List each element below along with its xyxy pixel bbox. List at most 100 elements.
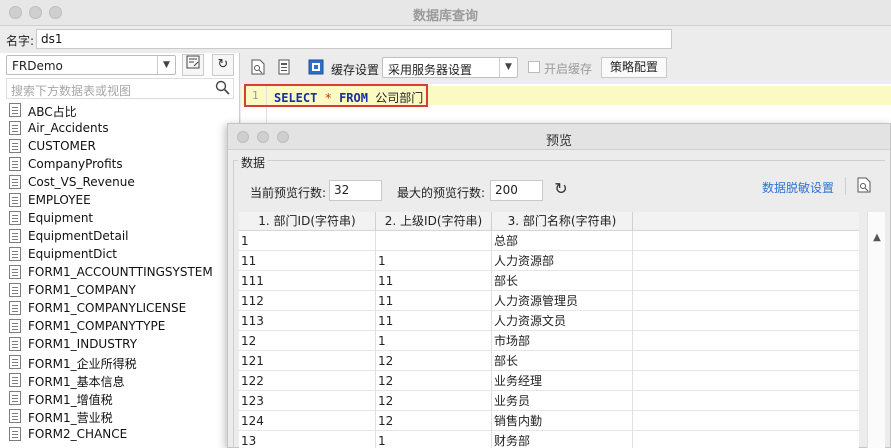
table-list-item[interactable]: CUSTOMER — [6, 137, 240, 155]
table-cell: 13 — [239, 431, 376, 448]
table-name: EquipmentDict — [28, 247, 118, 261]
table-list-item[interactable]: FORM1_营业税 — [6, 407, 240, 425]
table-name: FORM1_基本信息 — [28, 375, 125, 389]
preview-icon[interactable] — [249, 59, 267, 77]
table-row[interactable]: 124 12 销售内勤 — [239, 411, 859, 431]
window-titlebar: 数据库查询 — [0, 0, 891, 26]
table-row[interactable]: 11 1 人力资源部 — [239, 251, 859, 271]
vertical-scrollbar[interactable]: ▲ — [867, 212, 885, 448]
table-name: FORM1_企业所得税 — [28, 357, 137, 371]
table-list-item[interactable]: FORM1_COMPANYTYPE — [6, 317, 240, 335]
data-masking-link[interactable]: 数据脱敏设置 — [762, 179, 834, 196]
table-icon — [9, 265, 21, 279]
table-list-item[interactable]: EquipmentDict — [6, 245, 240, 263]
window-title: 数据库查询 — [412, 9, 478, 24]
chevron-down-icon: ▼ — [499, 58, 517, 77]
table-list-item[interactable]: EquipmentDetail — [6, 227, 240, 245]
table-cell: 市场部 — [492, 331, 633, 351]
table-cell: 1 — [239, 231, 376, 251]
table-name: CUSTOMER — [28, 139, 96, 153]
column-header[interactable]: 3. 部门名称(字符串) — [492, 212, 633, 231]
refresh-datasource-button[interactable]: ↻ — [212, 54, 234, 76]
datasource-value: FRDemo — [12, 59, 63, 73]
table-name: FORM1_COMPANYLICENSE — [28, 301, 187, 315]
data-group-label: 数据 — [238, 154, 269, 171]
table-list-item[interactable]: FORM1_ACCOUNTTINGSYSTEM — [6, 263, 240, 281]
table-list: ABC占比 Air_Accidents CUSTOMER CompanyProfits… — [6, 101, 240, 443]
scroll-up-icon[interactable]: ▲ — [868, 232, 886, 243]
column-header[interactable]: 2. 上级ID(字符串) — [376, 212, 492, 231]
max-rows-input[interactable]: 200 — [490, 180, 543, 201]
table-list-item[interactable]: FORM1_增值税 — [6, 389, 240, 407]
table-row[interactable]: 113 11 人力资源文员 — [239, 311, 859, 331]
name-row: 名字: — [0, 27, 891, 52]
table-cell: 11 — [376, 271, 492, 291]
table-cell: 122 — [239, 371, 376, 391]
table-row[interactable]: 111 11 部长 — [239, 271, 859, 291]
table-icon — [9, 157, 21, 171]
table-list-item[interactable]: FORM1_INDUSTRY — [6, 335, 240, 353]
table-list-item[interactable]: FORM1_企业所得税 — [6, 353, 240, 371]
table-cell: 113 — [239, 311, 376, 331]
table-row[interactable]: 13 1 财务部 — [239, 431, 859, 448]
table-row[interactable]: 123 12 业务员 — [239, 391, 859, 411]
table-search-input[interactable]: 搜索下方数据表或视图 — [6, 78, 234, 99]
table-name: FORM2_CHANCE — [28, 427, 128, 441]
table-row[interactable]: 12 1 市场部 — [239, 331, 859, 351]
table-cell: 111 — [239, 271, 376, 291]
table-list-item[interactable]: EMPLOYEE — [6, 191, 240, 209]
table-name: FORM1_营业税 — [28, 411, 113, 425]
table-row[interactable]: 1 总部 — [239, 231, 859, 251]
table-list-item[interactable]: FORM1_基本信息 — [6, 371, 240, 389]
refresh-icon: ↻ — [217, 57, 229, 72]
table-name: Cost_VS_Revenue — [28, 175, 135, 189]
table-name: FORM1_增值税 — [28, 393, 113, 407]
table-name: EquipmentDetail — [28, 229, 129, 243]
datasource-select[interactable]: FRDemo ▼ — [6, 55, 176, 75]
table-list-item[interactable]: Equipment — [6, 209, 240, 227]
format-sql-icon[interactable] — [275, 59, 293, 77]
table-row[interactable]: 122 12 业务经理 — [239, 371, 859, 391]
search-icon — [215, 80, 230, 99]
table-cell: 人力资源管理员 — [492, 291, 633, 311]
export-icon[interactable] — [855, 177, 873, 195]
table-list-item[interactable]: Cost_VS_Revenue — [6, 173, 240, 191]
column-header[interactable]: 1. 部门ID(字符串) — [239, 212, 376, 231]
table-cell: 部长 — [492, 271, 633, 291]
divider — [845, 177, 846, 195]
table-list-item[interactable]: ABC占比 — [6, 101, 240, 119]
table-row[interactable]: 112 11 人力资源管理员 — [239, 291, 859, 311]
enable-cache-checkbox[interactable] — [528, 61, 540, 73]
policy-config-button[interactable]: 策略配置 — [601, 57, 667, 78]
table-name: Equipment — [28, 211, 94, 225]
name-input[interactable] — [36, 29, 672, 49]
table-cell: 业务经理 — [492, 371, 633, 391]
table-list-item[interactable]: Air_Accidents — [6, 119, 240, 137]
sql-toolbar: 缓存设置 采用服务器设置 ▼ 开启缓存 策略配置 — [241, 53, 891, 83]
datasource-panel: FRDemo ▼ ↻ 搜索下方数据表或视图 ABC占比 Air_Accidents… — [0, 53, 240, 448]
edit-datasource-button[interactable] — [182, 54, 204, 76]
table-cell: 123 — [239, 391, 376, 411]
table-list-item[interactable]: FORM2_CHANCE — [6, 425, 240, 443]
table-cell: 总部 — [492, 231, 633, 251]
table-icon — [9, 391, 21, 405]
current-rows-input[interactable]: 32 — [329, 180, 382, 201]
table-row[interactable]: 121 12 部长 — [239, 351, 859, 371]
table-name: EMPLOYEE — [28, 193, 91, 207]
table-cell: 12 — [376, 391, 492, 411]
table-cell: 121 — [239, 351, 376, 371]
table-icon — [9, 373, 21, 387]
cache-mode-select[interactable]: 采用服务器设置 ▼ — [382, 57, 518, 78]
name-label: 名字: — [6, 34, 35, 48]
table-list-item[interactable]: CompanyProfits — [6, 155, 240, 173]
table-icon — [9, 103, 21, 117]
table-icon — [9, 229, 21, 243]
chevron-down-icon: ▼ — [157, 56, 175, 74]
table-cell: 1 — [376, 331, 492, 351]
preview-table: 1. 部门ID(字符串) 2. 上级ID(字符串) 3. 部门名称(字符串) 1… — [239, 212, 859, 448]
table-list-item[interactable]: FORM1_COMPANY — [6, 281, 240, 299]
preview-dialog: 预览 数据 当前预览行数: 32 最大的预览行数: 200 ↻ 数据脱敏设置 1… — [227, 123, 891, 448]
table-icon — [9, 337, 21, 351]
table-list-item[interactable]: FORM1_COMPANYLICENSE — [6, 299, 240, 317]
refresh-icon[interactable]: ↻ — [551, 179, 571, 199]
